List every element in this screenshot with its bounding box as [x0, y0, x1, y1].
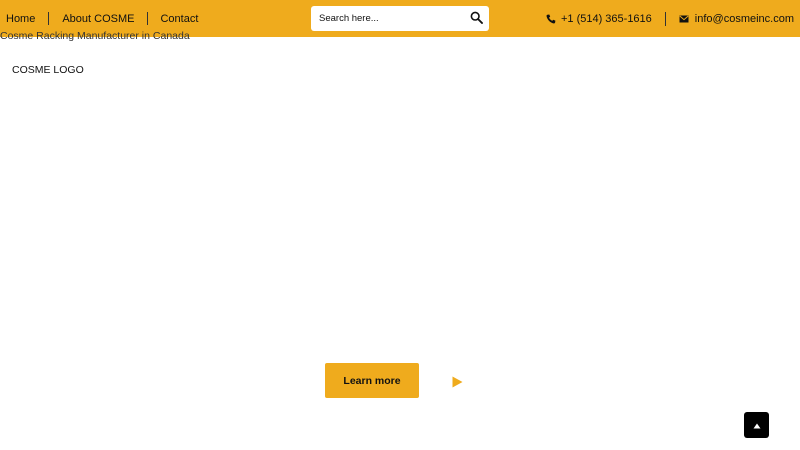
play-icon[interactable]	[452, 375, 463, 388]
envelope-icon	[679, 15, 695, 23]
site-logo[interactable]: COSME LOGO	[12, 64, 84, 76]
scroll-to-top-button[interactable]	[744, 412, 769, 438]
contact-divider	[664, 11, 666, 26]
nav-about-link[interactable]: About COSME	[62, 13, 134, 25]
nav-home-link[interactable]: Home	[6, 13, 35, 25]
search-input[interactable]	[311, 7, 471, 30]
contact-info: +1 (514) 365-1616 info@cosmeinc.com	[546, 0, 800, 37]
nav-contact-link[interactable]: Contact	[160, 13, 198, 25]
search-box	[311, 6, 489, 31]
phone-number[interactable]: +1 (514) 365-1616	[561, 13, 652, 25]
email-contact[interactable]: info@cosmeinc.com	[679, 13, 794, 25]
phone-contact[interactable]: +1 (514) 365-1616	[546, 13, 652, 25]
nav-divider	[147, 12, 149, 25]
phone-icon	[546, 14, 561, 24]
nav-divider	[48, 12, 50, 25]
site-tagline: Cosme Racking Manufacturer in Canada	[0, 30, 190, 42]
email-address[interactable]: info@cosmeinc.com	[695, 13, 794, 25]
chevron-up-icon	[753, 416, 761, 434]
learn-more-button[interactable]: Learn more	[325, 363, 419, 398]
search-icon[interactable]	[470, 11, 483, 24]
